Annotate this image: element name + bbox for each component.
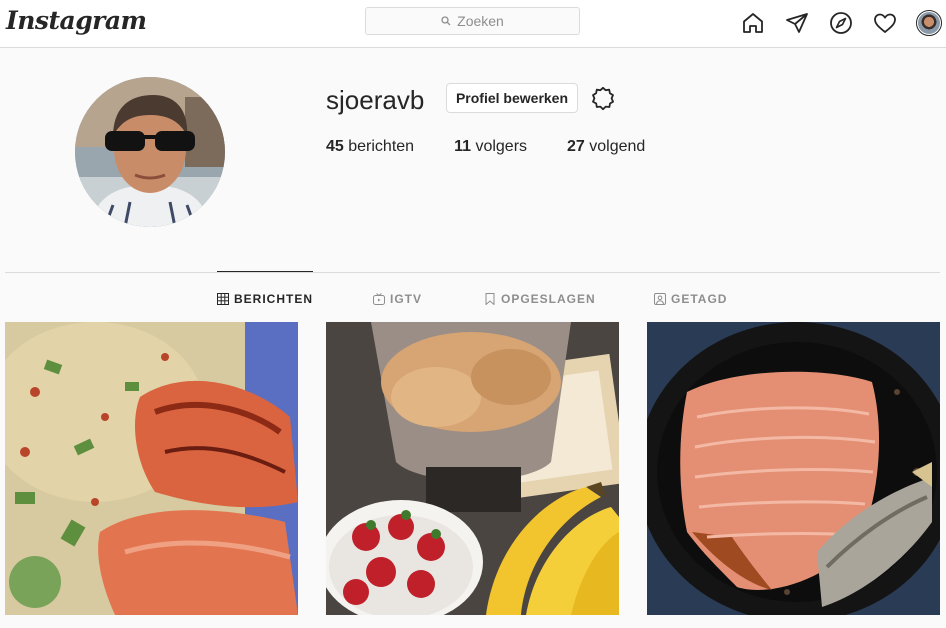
tab-tagged[interactable]: GETAGD (654, 292, 727, 306)
post-thumbnail[interactable] (326, 322, 619, 615)
home-icon[interactable] (739, 9, 767, 37)
tab-igtv[interactable]: IGTV (373, 292, 422, 306)
grid-icon (217, 293, 229, 305)
profile-picture[interactable] (75, 77, 225, 227)
search-icon (441, 16, 451, 26)
post-thumbnail[interactable] (647, 322, 940, 615)
tagged-icon (654, 293, 666, 305)
search-box[interactable]: Zoeken (365, 7, 580, 35)
search-placeholder: Zoeken (457, 13, 504, 29)
active-tab-indicator (217, 271, 313, 272)
tab-posts[interactable]: BERICHTEN (217, 292, 313, 306)
tabs-divider (5, 272, 940, 273)
bookmark-icon (485, 293, 495, 305)
profile-username: sjoeravb (326, 85, 425, 115)
nav-icons (739, 9, 943, 37)
tab-saved[interactable]: OPGESLAGEN (484, 292, 596, 306)
top-navigation: Instagram Zoeken (0, 0, 946, 48)
posts-count: 45 berichten (326, 138, 415, 155)
activity-heart-icon[interactable] (871, 9, 899, 37)
explore-icon[interactable] (827, 9, 855, 37)
edit-profile-button[interactable]: Profiel bewerken (446, 83, 578, 113)
igtv-icon (373, 293, 385, 305)
following-count[interactable]: 27 volgend (567, 138, 645, 156)
settings-gear-icon[interactable] (589, 85, 617, 113)
profile-stats: 45 berichten 11 volgers 27 volgend (326, 138, 685, 156)
instagram-logo[interactable]: Instagram (6, 6, 147, 35)
direct-icon[interactable] (783, 9, 811, 37)
post-thumbnail[interactable] (5, 322, 298, 615)
profile-avatar[interactable] (915, 9, 943, 37)
followers-count[interactable]: 11 volgers (454, 138, 527, 156)
